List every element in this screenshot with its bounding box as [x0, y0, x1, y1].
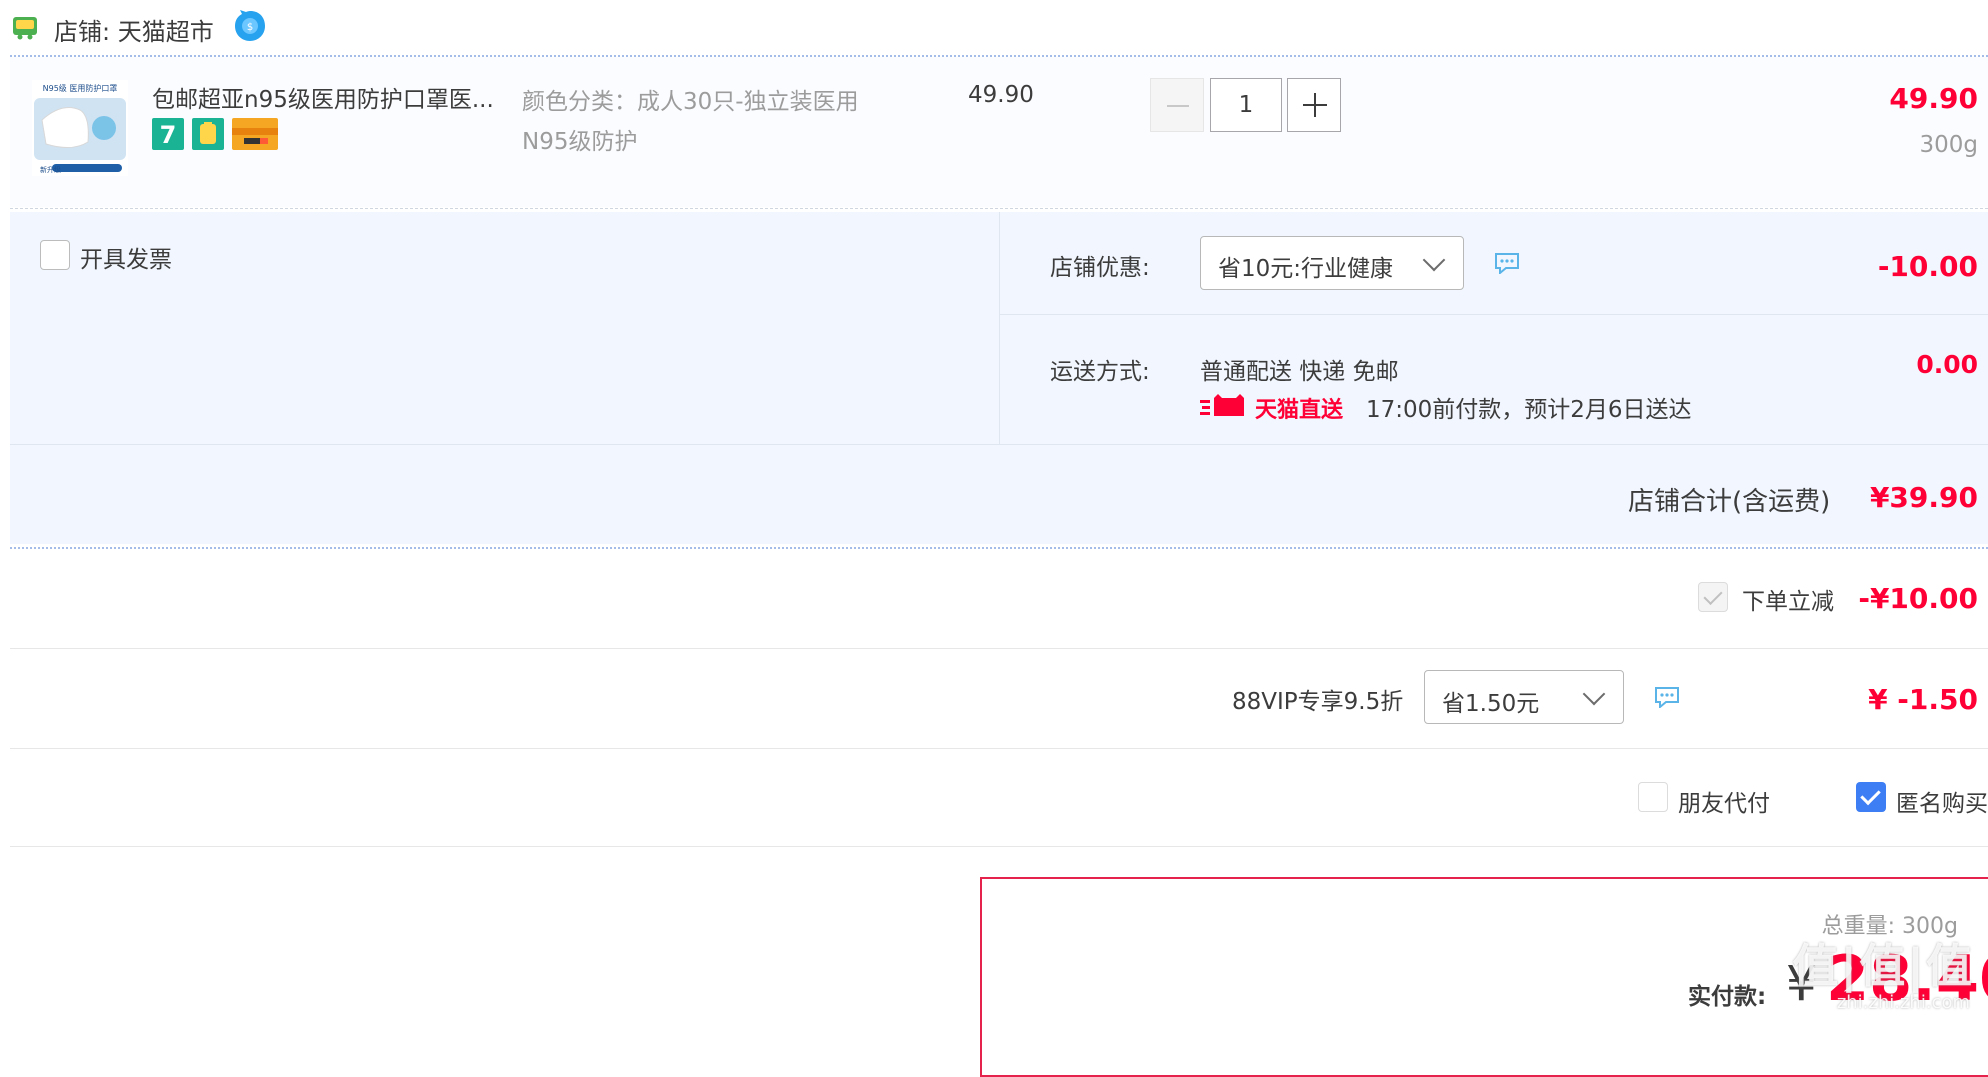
column-divider	[999, 212, 1000, 444]
shop-promo-selected[interactable]: 省10元:行业健康	[1218, 249, 1393, 283]
seven-day-return-icon[interactable]: 7	[152, 118, 184, 150]
product-title[interactable]: 包邮超亚n95级医用防护口罩医...	[152, 80, 494, 114]
shipping-amount: 0.00	[1916, 350, 1978, 379]
instant-discount-amount: -¥10.00	[1858, 582, 1978, 615]
check-icon	[1860, 784, 1881, 806]
item-weight: 300g	[1919, 132, 1979, 158]
shop-subtotal-amount: ¥39.90	[1869, 481, 1978, 514]
watermark-logo: 值|值|值	[1792, 939, 1974, 993]
instant-discount-checkbox	[1698, 582, 1728, 612]
quantity-decrease-button[interactable]	[1150, 78, 1204, 132]
delivery-eta: 17:00前付款，预计2月6日送达	[1366, 397, 1692, 423]
unit-price: 49.90	[968, 82, 1034, 108]
shipping-method: 普通配送 快递 免邮	[1200, 359, 1399, 385]
row-divider	[10, 748, 1988, 749]
instant-discount-label: 下单立减	[1742, 589, 1834, 615]
quantity-increase-button[interactable]	[1287, 78, 1341, 132]
thumbnail-caption-bottom: 新升级	[40, 165, 61, 174]
anonymous-purchase-checkbox[interactable]	[1856, 782, 1886, 812]
friend-pay-checkbox[interactable]	[1638, 782, 1668, 812]
item-total-price: 49.90	[1889, 82, 1978, 115]
thumbnail-caption-top: N95级 医用防护口罩	[43, 83, 118, 93]
quantity-input[interactable]: 1	[1210, 78, 1282, 132]
message-icon[interactable]	[1654, 686, 1680, 708]
row-divider	[10, 846, 1988, 847]
vip-discount-label: 88VIP专享9.5折	[1232, 689, 1404, 715]
tmall-direct-icon	[1200, 394, 1244, 416]
friend-pay-label[interactable]: 朋友代付	[1678, 784, 1770, 818]
vip-discount-selected[interactable]: 省1.50元	[1442, 684, 1539, 718]
minus-icon	[1167, 105, 1189, 107]
tmall-direct-label: 天猫直送	[1255, 398, 1344, 423]
svg-text:$: $	[247, 22, 253, 33]
shop-header	[0, 0, 1988, 56]
sku-spec: 颜色分类：成人30只-独立装医用N95级防护	[522, 89, 859, 155]
shop-promo-label: 店铺优惠:	[1050, 255, 1150, 281]
shipping-label: 运送方式:	[1050, 359, 1150, 385]
seven-day-badge-text: 7	[160, 121, 177, 149]
shop-promo-amount: -10.00	[1877, 250, 1978, 283]
quality-guarantee-icon[interactable]	[192, 118, 224, 150]
credit-card-icon[interactable]	[232, 118, 278, 150]
invoice-label[interactable]: 开具发票	[80, 240, 172, 274]
anonymous-purchase-label[interactable]: 匿名购买	[1896, 784, 1988, 818]
payment-label: 实付款:	[1688, 984, 1767, 1010]
invoice-checkbox[interactable]	[40, 240, 70, 270]
row-divider	[1000, 314, 1988, 315]
row-divider	[10, 648, 1988, 649]
product-thumbnail[interactable]: N95级 医用防护口罩 新升级	[32, 80, 128, 176]
watermark-url: zhi.zhi.zhi.com	[1836, 992, 1970, 1013]
vip-discount-amount: ¥ -1.50	[1868, 683, 1978, 716]
row-divider	[10, 444, 1988, 445]
shop-divider	[10, 547, 1988, 549]
check-icon	[1703, 585, 1723, 606]
message-icon[interactable]	[1494, 252, 1520, 274]
wangwang-chat-icon[interactable]: $	[232, 8, 268, 44]
shop-subtotal-label: 店铺合计(含运费)	[1628, 487, 1831, 517]
shop-name[interactable]: 店铺: 天猫超市	[54, 12, 214, 47]
tmall-supermarket-icon	[13, 17, 37, 40]
item-divider	[10, 208, 1988, 209]
